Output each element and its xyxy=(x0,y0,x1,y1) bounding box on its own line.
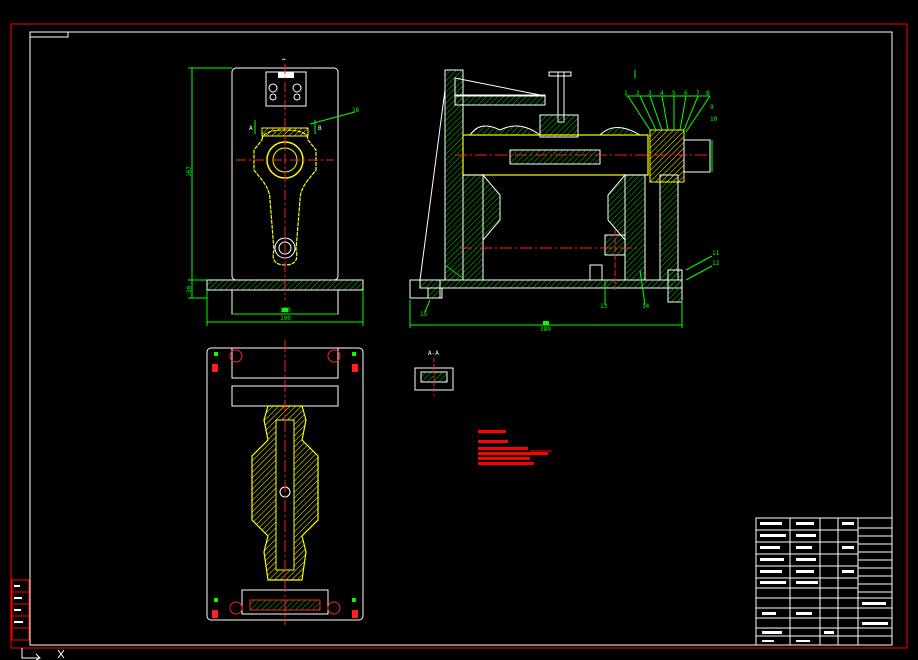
dim-top-arrow: ↔ xyxy=(282,56,286,63)
balloon: 5 xyxy=(672,90,676,97)
balloon: 9 xyxy=(710,104,714,111)
balloon: 2 xyxy=(636,90,640,97)
balloon: 1 xyxy=(624,90,628,97)
ucs-axis-icon xyxy=(21,648,65,660)
plan-view xyxy=(206,340,364,625)
dim-left-height: 167 xyxy=(185,166,193,177)
corner-tag xyxy=(29,31,69,38)
balloon: 8 xyxy=(706,90,710,97)
dim-left-base: 30 xyxy=(186,285,194,294)
section-label: A-A xyxy=(428,350,439,357)
balloon: 7 xyxy=(696,90,700,97)
balloon: 16 xyxy=(352,107,360,114)
technical-notes xyxy=(478,430,552,465)
balloon: 13 xyxy=(600,303,608,310)
front-view xyxy=(188,64,364,326)
balloon: 4 xyxy=(660,90,664,97)
title-block-text xyxy=(760,522,888,642)
balloon: 10 xyxy=(710,116,718,123)
dim-left-overall: 190 xyxy=(280,315,291,322)
binding-strip xyxy=(11,579,30,641)
cad-drawing-canvas[interactable] xyxy=(0,0,918,660)
callout-a: A xyxy=(249,125,253,132)
callout-b: B xyxy=(318,125,322,132)
section-detail xyxy=(414,358,454,396)
dim-right-overall: 380 xyxy=(540,326,551,333)
balloon: 15 xyxy=(420,311,428,318)
balloon: 14 xyxy=(642,303,650,310)
dim-left-width: 150 xyxy=(280,307,291,314)
balloon: 11 xyxy=(712,250,720,257)
balloon: 12 xyxy=(712,260,720,267)
side-view xyxy=(409,69,713,328)
balloon: 6 xyxy=(684,90,688,97)
balloon: 3 xyxy=(648,90,652,97)
